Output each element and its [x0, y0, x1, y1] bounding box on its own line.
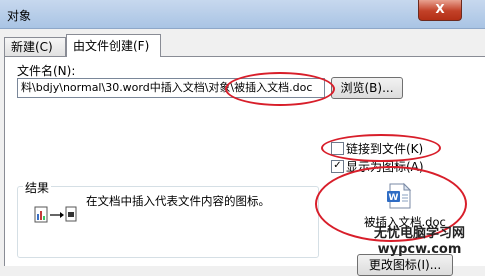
tab-create-from-file[interactable]: 由文件创建(F): [66, 34, 161, 57]
window-title: 对象: [7, 9, 32, 23]
result-text: 在文档中插入代表文件内容的图标。: [86, 194, 270, 208]
filename-label: 文件名(N):: [17, 64, 76, 78]
result-insert-icon: [34, 206, 77, 223]
watermark-line1: 无忧电脑学习网: [374, 226, 466, 241]
watermark: 无忧电脑学习网 wypcw.com: [374, 226, 465, 258]
watermark-line2: wypcw.com: [377, 242, 462, 257]
close-icon: X: [435, 2, 445, 16]
display-as-icon-checkbox[interactable]: ✓: [331, 160, 344, 173]
word-document-icon: W: [387, 182, 412, 209]
tab-new[interactable]: 新建(C): [4, 37, 66, 56]
link-to-file-label: 链接到文件(K): [346, 142, 424, 156]
result-title: 结果: [23, 179, 52, 196]
filename-input[interactable]: 料\bdjy\normal\30.word中插入文档\对象\被插入文档.doc: [17, 78, 325, 98]
title-bar: 对象 X: [0, 0, 485, 29]
close-button[interactable]: X: [418, 0, 462, 21]
svg-text:W: W: [389, 193, 399, 203]
link-to-file-checkbox[interactable]: [331, 142, 344, 155]
browse-button[interactable]: 浏览(B)...: [331, 77, 403, 99]
display-as-icon-label: 显示为图标(A): [346, 160, 424, 174]
